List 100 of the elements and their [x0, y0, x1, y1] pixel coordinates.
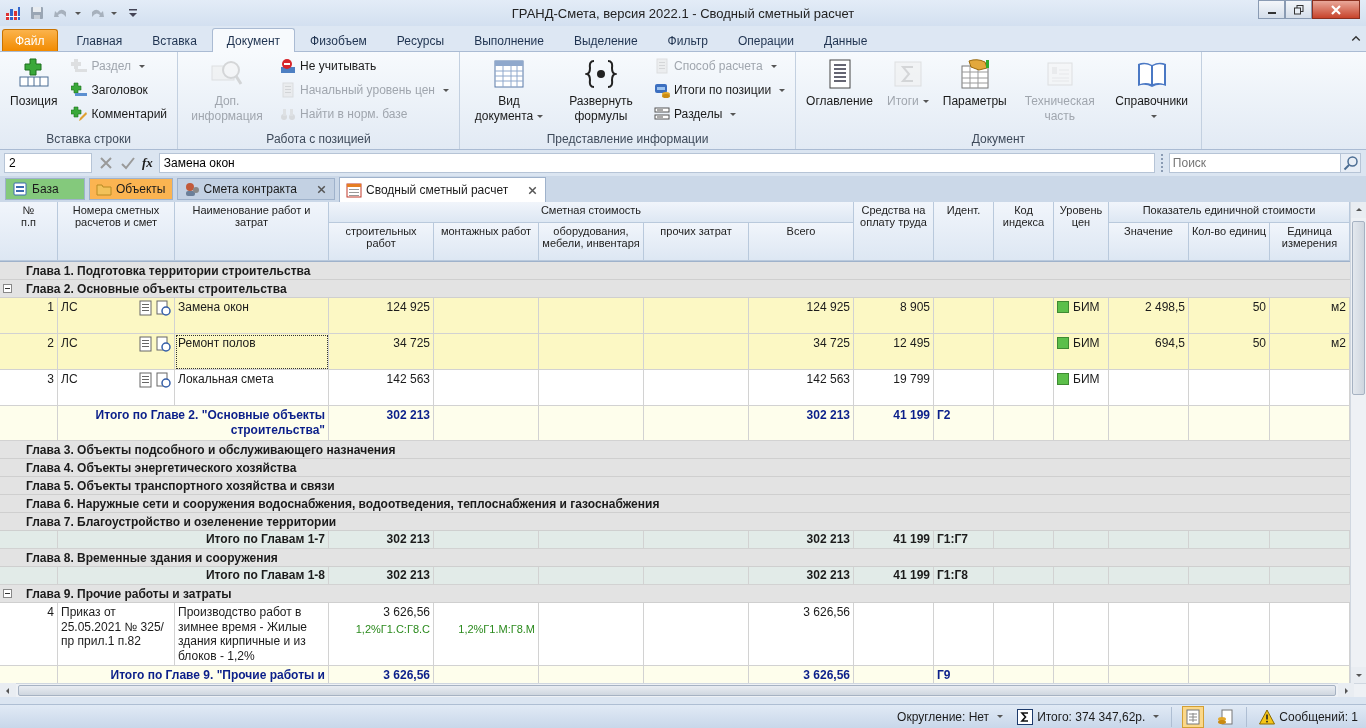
- table-cell: 124 925: [329, 298, 434, 334]
- search-box[interactable]: Поиск: [1168, 153, 1361, 173]
- braces-icon: [585, 58, 617, 90]
- table-view-icon: [1185, 708, 1202, 725]
- table-cell: 302 213: [749, 531, 854, 549]
- table-cell: Итого по Главам 1-7: [58, 531, 329, 549]
- scroll-up-button[interactable]: [1351, 202, 1366, 218]
- chart-icon: [5, 5, 21, 21]
- table-cell: Г1:Г8: [934, 567, 994, 585]
- ribbon-button[interactable]: Позиция: [6, 54, 62, 109]
- ribbon-button[interactable]: Заголовок: [67, 78, 172, 102]
- column-header: Уровень цен: [1054, 202, 1109, 261]
- save-icon: [29, 5, 45, 21]
- document-icon: [654, 58, 670, 74]
- search-icon: [1342, 155, 1359, 171]
- document-tab[interactable]: Сводный сметный расчет: [339, 177, 547, 202]
- column-header: прочих затрат: [644, 223, 749, 261]
- table-icon: [346, 182, 362, 198]
- stamp-icon: [155, 336, 171, 352]
- table-cell: [1054, 567, 1109, 585]
- add-comment-icon: [71, 106, 88, 122]
- ribbon-tab[interactable]: Главная: [61, 29, 138, 51]
- stamp-icon: [155, 372, 171, 388]
- search-button[interactable]: [1339, 154, 1360, 172]
- ribbon-tab[interactable]: Фильтр: [652, 29, 723, 51]
- table-cell: 124 925: [749, 298, 854, 334]
- sigma-icon: [891, 58, 924, 90]
- document-tab[interactable]: База: [5, 178, 85, 200]
- chapter-title: Глава 2. Основные объекты строительства: [26, 281, 287, 296]
- ribbon-tab[interactable]: Операции: [722, 29, 810, 51]
- vertical-scrollbar[interactable]: [1350, 202, 1366, 683]
- confirm-button[interactable]: [120, 155, 136, 171]
- chapter-row[interactable]: Глава 4. Объекты энергетического хозяйства: [0, 459, 1350, 477]
- table-cell: 8 905: [854, 298, 934, 334]
- window-title: ГРАНД-Смета, версия 2022.1 - Сводный сметный расчет: [511, 5, 855, 21]
- ribbon-button[interactable]: Комментарий: [67, 102, 172, 126]
- chapter-row[interactable]: Глава 3. Объекты подсобного и обслуживающего назначения: [0, 441, 1350, 459]
- table-cell: [1054, 531, 1109, 549]
- caret-icon: [997, 715, 1004, 718]
- document-tab[interactable]: Объекты: [89, 178, 173, 200]
- price-level: БИМ: [1073, 336, 1100, 351]
- column-header: оборудования, мебели, инвентаря: [539, 223, 644, 261]
- ribbon-tab[interactable]: Документ: [211, 28, 296, 52]
- view-button[interactable]: [1182, 705, 1205, 728]
- save-button[interactable]: [29, 5, 45, 21]
- total-dropdown[interactable]: Итого: 374 347,62р.: [1015, 708, 1162, 725]
- ribbon-button[interactable]: Справочники: [1108, 54, 1195, 124]
- restore-icon: [1293, 4, 1304, 15]
- ribbon-button[interactable]: Не учитывать: [276, 54, 453, 78]
- chapter-row[interactable]: Глава 9. Прочие работы и затраты: [0, 585, 1350, 603]
- formula-field[interactable]: Замена окон: [158, 153, 1155, 173]
- table-cell: Г1:Г7: [934, 531, 994, 549]
- restore-button[interactable]: [1285, 0, 1312, 19]
- ribbon-button[interactable]: Развернуть формулы: [558, 54, 644, 124]
- ribbon-button[interactable]: Параметры: [938, 54, 1011, 109]
- scroll-down-button[interactable]: [1351, 667, 1366, 683]
- chapter-title: Глава 1. Подготовка территории строительства: [26, 263, 311, 278]
- rounding-dropdown[interactable]: Округление: Нет: [895, 709, 1006, 724]
- minimize-button[interactable]: [1258, 0, 1285, 19]
- table-cell: [0, 406, 58, 441]
- chapter-row[interactable]: Глава 6. Наружные сети и сооружения водоснабжения, водоотведения, теплоснабжения и газоснабжения: [0, 495, 1350, 513]
- caret-icon: [537, 115, 544, 119]
- column-header: № п.п: [0, 202, 58, 261]
- chapter-row[interactable]: Глава 8. Временные здания и сооружения: [0, 549, 1350, 567]
- chapter-row[interactable]: Глава 2. Основные объекты строительства: [0, 280, 1350, 298]
- add-heading-icon: [71, 82, 88, 98]
- table-cell-text: ЛС: [61, 372, 79, 387]
- column-header: Показатель единичной стоимости: [1109, 202, 1350, 223]
- messages-button[interactable]: Сообщений: 1: [1257, 708, 1360, 725]
- horizontal-scrollbar[interactable]: [0, 683, 1366, 697]
- chapter-row[interactable]: Глава 5. Объекты транспортного хозяйства и связи: [0, 477, 1350, 495]
- ribbon-tab[interactable]: Данные: [809, 29, 883, 51]
- cancel-button[interactable]: [98, 155, 114, 171]
- column-header: Код индекса: [994, 202, 1054, 261]
- table-cell: 41 199: [854, 567, 934, 585]
- cell-reference-field[interactable]: 2: [4, 153, 92, 173]
- ribbon-tab[interactable]: Ресурсы: [381, 29, 460, 51]
- table-icon: [493, 58, 525, 90]
- ribbon-button[interactable]: Оглавление: [802, 54, 877, 109]
- collapse-icon: [3, 589, 12, 598]
- table-cell: [0, 666, 58, 683]
- ribbon-tab[interactable]: Вставка: [137, 29, 212, 51]
- stamp-icon: [155, 300, 171, 316]
- group-title: Вставка строки: [46, 132, 131, 146]
- chapter-title: Глава 4. Объекты энергетического хозяйства: [26, 460, 297, 475]
- ribbon-tab[interactable]: Физобъем: [295, 29, 382, 51]
- ribbon-button[interactable]: Итоги по позиции: [650, 78, 790, 102]
- ribbon-tab[interactable]: Выделение: [559, 29, 653, 51]
- close-button[interactable]: [1312, 0, 1360, 19]
- ribbon-button[interactable]: Вид документа: [466, 54, 552, 124]
- caret-icon: [139, 64, 146, 68]
- ribbon-button[interactable]: Разделы: [650, 102, 790, 126]
- table-cell: 302 213: [749, 567, 854, 585]
- chapter-row[interactable]: Глава 1. Подготовка территории строительства: [0, 262, 1350, 280]
- document-tab[interactable]: Смета контракта: [176, 178, 335, 200]
- ribbon-tab[interactable]: Выполнение: [459, 29, 559, 51]
- chapter-row[interactable]: Глава 7. Благоустройство и озеленение территории: [0, 513, 1350, 531]
- chapter-title: Глава 3. Объекты подсобного и обслуживающего назначения: [26, 442, 396, 457]
- table-cell: 34 725: [749, 334, 854, 370]
- table-cell: Итого по Главе 9. "Прочие работы и: [58, 666, 329, 683]
